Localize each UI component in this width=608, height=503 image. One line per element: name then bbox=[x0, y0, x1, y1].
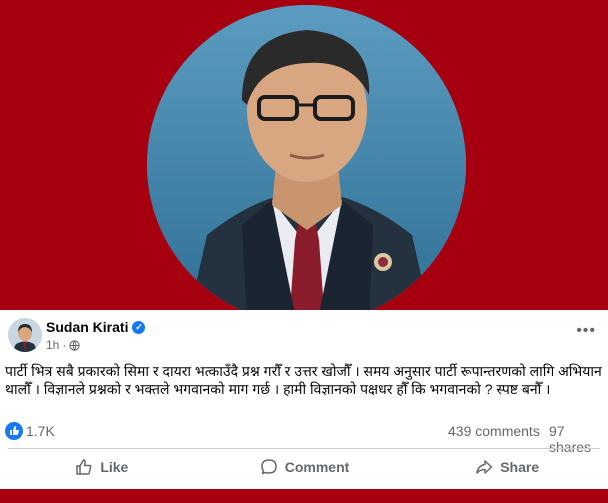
comment-button[interactable]: Comment bbox=[203, 452, 406, 482]
post-time[interactable]: 1h bbox=[46, 338, 59, 352]
author-avatar[interactable] bbox=[8, 318, 42, 352]
author-name[interactable]: Sudan Kirati bbox=[46, 319, 128, 335]
bottom-banner-strip bbox=[0, 489, 608, 503]
share-arrow-icon bbox=[476, 460, 493, 474]
post-actions: Like Comment Share bbox=[0, 452, 608, 482]
post-header: Sudan Kirati ✓ 1h · ••• bbox=[0, 310, 608, 356]
meta-separator: · bbox=[62, 338, 67, 352]
globe-icon bbox=[69, 339, 80, 351]
shares-count[interactable]: 97 shares bbox=[549, 423, 608, 455]
post-photo[interactable] bbox=[147, 5, 466, 324]
share-label: Share bbox=[500, 459, 540, 475]
thumbs-up-outline-icon bbox=[76, 459, 92, 475]
verified-check-icon: ✓ bbox=[132, 320, 146, 334]
speech-bubble-icon bbox=[260, 459, 277, 475]
comments-count[interactable]: 439 comments bbox=[448, 423, 540, 439]
comment-label: Comment bbox=[284, 459, 350, 475]
actions-divider bbox=[8, 448, 600, 449]
more-options-icon[interactable]: ••• bbox=[576, 322, 596, 340]
post-meta: 1h · bbox=[46, 338, 80, 352]
author-name-row[interactable]: Sudan Kirati ✓ bbox=[46, 319, 146, 335]
post-stats: 1.7K 439 comments 97 shares bbox=[0, 420, 608, 455]
post-text: पार्टी भित्र सबै प्रकारको सिमा र दायरा भ… bbox=[5, 363, 602, 397]
like-button[interactable]: Like bbox=[0, 452, 203, 482]
like-count[interactable]: 1.7K bbox=[26, 423, 55, 439]
thumbs-up-icon[interactable] bbox=[5, 422, 23, 440]
share-button[interactable]: Share bbox=[405, 452, 608, 482]
like-label: Like bbox=[100, 459, 129, 475]
